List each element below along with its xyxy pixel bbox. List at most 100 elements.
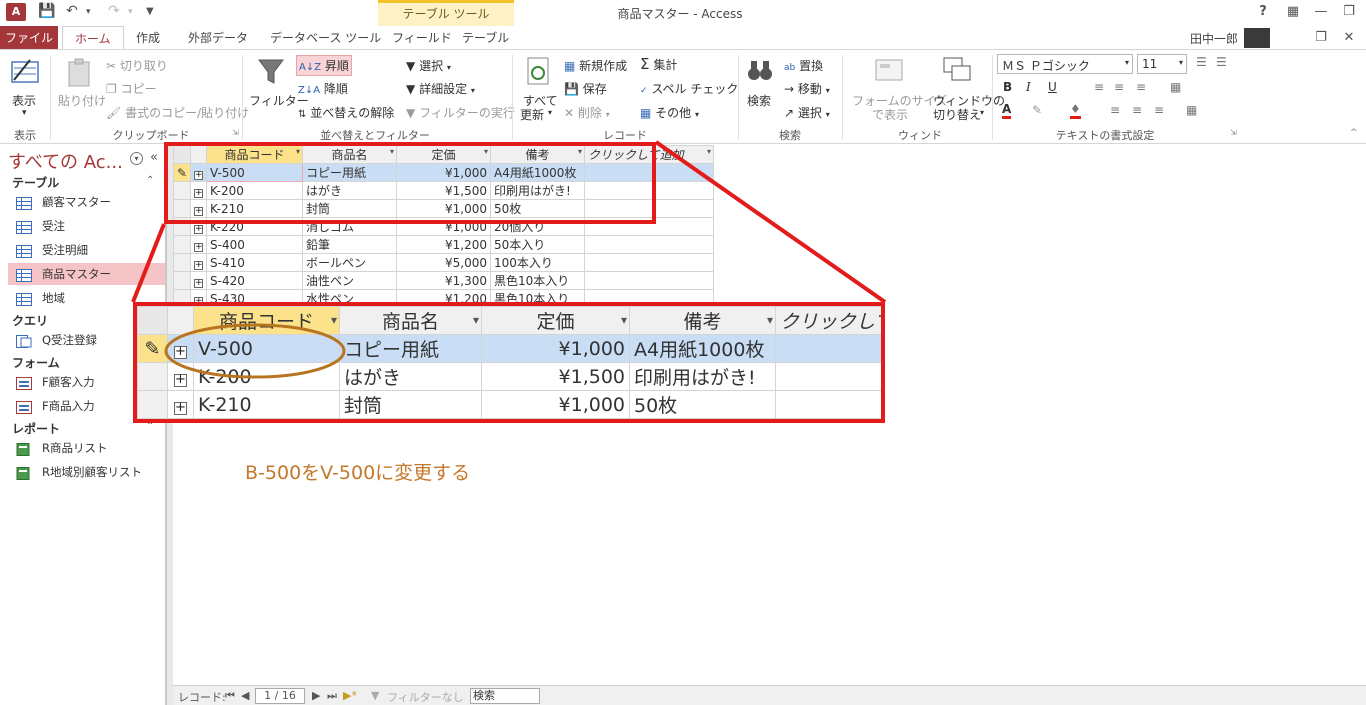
expand-plus-icon[interactable]: + bbox=[194, 242, 203, 252]
collapse-section-icon[interactable]: ⌃ bbox=[146, 175, 154, 186]
align-right-icon-2[interactable]: ≡ bbox=[1154, 103, 1164, 117]
selection-filter-button[interactable]: ▼ 選択 ▾ bbox=[406, 57, 451, 74]
ribbon-display-options-button[interactable]: ▦ bbox=[1278, 2, 1308, 22]
previous-record-icon[interactable]: ◀ bbox=[241, 689, 249, 702]
switch-windows-icon[interactable] bbox=[942, 56, 974, 86]
select-button[interactable]: ↗ 選択 ▾ bbox=[784, 104, 830, 121]
view-icon[interactable] bbox=[10, 56, 42, 86]
column-add-dropdown-icon[interactable]: ▾ bbox=[707, 147, 711, 156]
align-left-icon-2[interactable]: ≡ bbox=[1110, 103, 1120, 117]
new-record-button[interactable]: ▦ 新規作成 bbox=[564, 57, 627, 74]
nav-item-product-master[interactable]: 商品マスター bbox=[8, 263, 165, 285]
highlight-color-icon[interactable]: ✎ bbox=[1032, 103, 1042, 117]
refresh-all-icon[interactable] bbox=[526, 56, 552, 88]
replace-button[interactable]: ab 置換 bbox=[784, 57, 823, 74]
align-center-icon-2[interactable]: ≡ bbox=[1132, 103, 1142, 117]
underline-button[interactable]: U bbox=[1048, 80, 1057, 94]
align-right-icon[interactable]: ≡ bbox=[1136, 80, 1146, 94]
expand-plus-icon[interactable]: + bbox=[194, 278, 203, 288]
save-record-button[interactable]: 💾 保存 bbox=[564, 80, 607, 97]
filter-status[interactable]: フィルターなし bbox=[387, 689, 464, 705]
tab-home[interactable]: ホーム bbox=[62, 26, 124, 50]
refresh-all-label-2[interactable]: 更新 bbox=[520, 106, 544, 123]
table-row[interactable]: + S-410 ボールペン ¥5,000 100本入り bbox=[173, 253, 714, 272]
record-selector[interactable] bbox=[173, 271, 191, 290]
font-color-icon[interactable]: A bbox=[1002, 103, 1012, 119]
user-avatar[interactable] bbox=[1244, 28, 1270, 48]
nav-pane-title[interactable]: すべての Ac... bbox=[8, 148, 123, 174]
fill-color-icon[interactable]: ♦ bbox=[1070, 103, 1081, 119]
ascending-button[interactable]: A↓Z 昇順 bbox=[296, 55, 352, 76]
nav-menu-dropdown-icon[interactable]: ▾ bbox=[130, 152, 143, 165]
font-size-select[interactable]: 11 ▾ bbox=[1137, 54, 1187, 74]
expand-cell[interactable]: + bbox=[190, 235, 207, 254]
remove-sort-button[interactable]: ⇅ 並べ替えの解除 bbox=[298, 104, 394, 121]
binoculars-icon[interactable] bbox=[746, 58, 774, 84]
nav-pane-splitter[interactable] bbox=[166, 145, 173, 705]
access-app-icon[interactable]: A bbox=[6, 3, 26, 21]
clipboard-launcher-icon[interactable]: ⇲ bbox=[232, 128, 239, 137]
undo-dropdown-icon[interactable]: ▾ bbox=[86, 7, 91, 17]
descending-button[interactable]: Z↓A 降順 bbox=[298, 80, 348, 97]
nav-item-r-product-list[interactable]: R商品リスト bbox=[8, 437, 165, 459]
notes-cell[interactable]: 100本入り bbox=[490, 253, 585, 272]
spelling-button[interactable]: ✓ スペル チェック bbox=[640, 80, 738, 97]
click-to-add-cell[interactable] bbox=[584, 253, 714, 272]
last-record-icon[interactable]: ⏭ bbox=[327, 689, 337, 703]
product-code-cell[interactable]: S-400 bbox=[206, 235, 303, 254]
user-name[interactable]: 田中一郎 bbox=[1190, 30, 1238, 47]
refresh-dropdown-icon[interactable]: ▾ bbox=[548, 108, 552, 117]
expand-plus-icon[interactable]: + bbox=[194, 224, 203, 234]
collapse-ribbon-icon[interactable]: ^ bbox=[1350, 128, 1358, 138]
list-price-cell[interactable]: ¥1,200 bbox=[396, 235, 491, 254]
goto-button[interactable]: → 移動 ▾ bbox=[784, 80, 830, 97]
bullets-icon[interactable]: ☰ bbox=[1196, 55, 1207, 69]
totals-button[interactable]: Σ 集計 bbox=[640, 55, 677, 73]
save-icon[interactable]: 💾 bbox=[38, 3, 55, 19]
expand-plus-icon[interactable]: + bbox=[194, 260, 203, 270]
list-price-cell[interactable]: ¥1,300 bbox=[396, 271, 491, 290]
bold-button[interactable]: B bbox=[1003, 80, 1012, 94]
help-button[interactable]: ? bbox=[1248, 2, 1278, 22]
nav-section-queries[interactable]: クエリ bbox=[12, 312, 48, 329]
notes-cell[interactable]: 黒色10本入り bbox=[490, 271, 585, 290]
product-name-cell[interactable]: ボールペン bbox=[302, 253, 397, 272]
product-code-cell[interactable]: S-420 bbox=[206, 271, 303, 290]
view-button[interactable]: 表示 bbox=[12, 92, 36, 109]
minimize-button[interactable]: — bbox=[1306, 2, 1336, 22]
nav-item-customer-master[interactable]: 顧客マスター bbox=[8, 191, 165, 213]
product-code-cell[interactable]: S-410 bbox=[206, 253, 303, 272]
italic-button[interactable]: I bbox=[1026, 80, 1031, 94]
restore-inner-button[interactable]: ❐ bbox=[1306, 28, 1336, 48]
align-left-icon[interactable]: ≡ bbox=[1094, 80, 1104, 94]
switch-dropdown-icon[interactable]: ▾ bbox=[980, 108, 984, 117]
nav-section-tables[interactable]: テーブル bbox=[12, 174, 59, 191]
tab-table[interactable]: テーブル bbox=[450, 26, 521, 50]
tab-external-data[interactable]: 外部データ bbox=[176, 26, 260, 50]
notes-cell[interactable]: 50本入り bbox=[490, 235, 585, 254]
record-selector[interactable] bbox=[173, 235, 191, 254]
tab-file[interactable]: ファイル bbox=[0, 26, 58, 50]
new-blank-record-icon[interactable]: ▶* bbox=[343, 689, 357, 702]
shutter-bar-close-icon[interactable]: « bbox=[150, 150, 158, 165]
tab-create[interactable]: 作成 bbox=[124, 26, 172, 50]
table-row[interactable]: + S-400 鉛筆 ¥1,200 50本入り bbox=[173, 235, 714, 254]
nav-item-order-details[interactable]: 受注明細 bbox=[8, 239, 165, 261]
table-row[interactable]: + S-420 油性ペン ¥1,300 黒色10本入り bbox=[173, 271, 714, 290]
undo-icon[interactable]: ↶ bbox=[66, 3, 78, 19]
switch-windows-label-2[interactable]: 切り替え bbox=[933, 106, 981, 123]
nav-item-r-regional-customer-list[interactable]: R地域別顧客リスト bbox=[8, 461, 165, 483]
expand-cell[interactable]: + bbox=[190, 253, 207, 272]
nav-section-forms[interactable]: フォーム bbox=[12, 354, 60, 371]
gridlines-icon[interactable]: ▦ bbox=[1170, 80, 1181, 94]
close-inner-button[interactable]: ✕ bbox=[1334, 28, 1364, 48]
product-name-cell[interactable]: 油性ペン bbox=[302, 271, 397, 290]
click-to-add-cell[interactable] bbox=[584, 235, 714, 254]
expand-cell[interactable]: + bbox=[190, 271, 207, 290]
nav-item-orders[interactable]: 受注 bbox=[8, 215, 165, 237]
list-price-cell[interactable]: ¥5,000 bbox=[396, 253, 491, 272]
alternate-row-color-icon[interactable]: ▦ bbox=[1186, 103, 1197, 117]
view-dropdown-icon[interactable]: ▾ bbox=[22, 108, 27, 118]
advanced-filter-button[interactable]: ▼ 詳細設定 ▾ bbox=[406, 80, 475, 97]
filter-icon[interactable] bbox=[256, 56, 286, 86]
